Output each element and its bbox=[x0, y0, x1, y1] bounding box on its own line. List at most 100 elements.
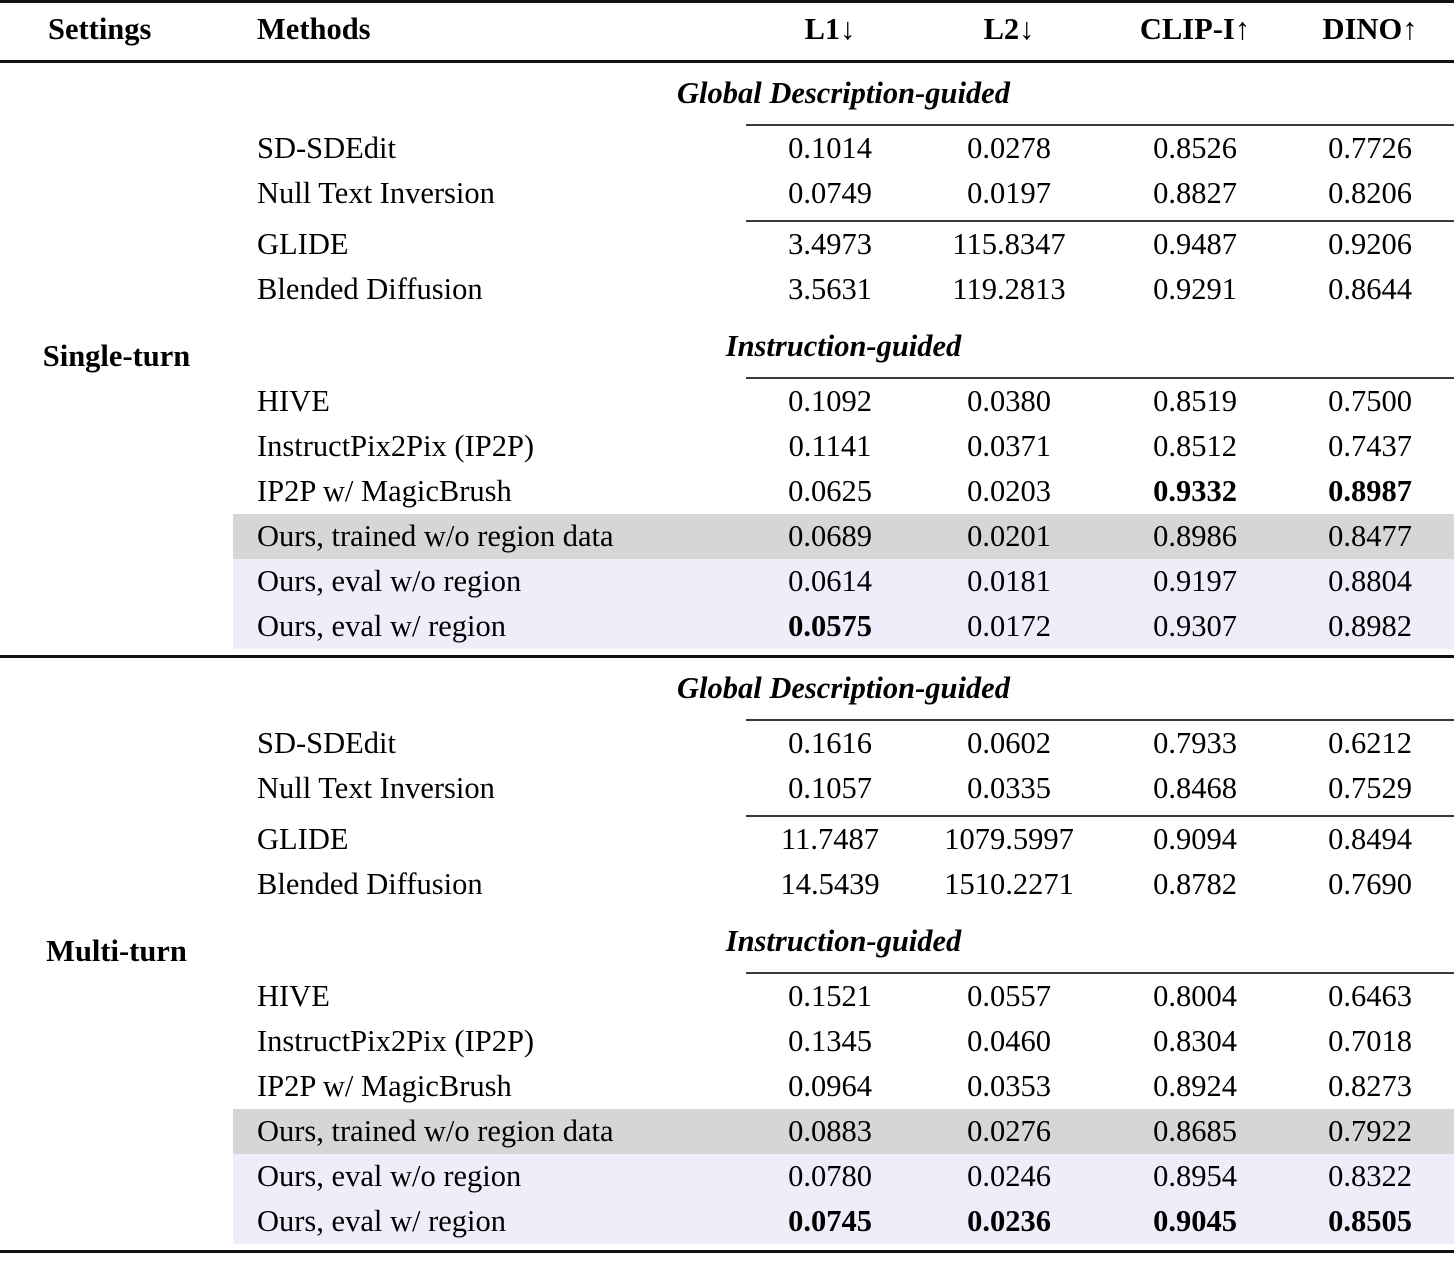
clip-i-value-cell: 0.9094 bbox=[1153, 822, 1237, 856]
clip-i-value-cell: 0.9291 bbox=[1153, 272, 1237, 306]
l1-value-cell: 0.1057 bbox=[788, 771, 872, 805]
l2-value-cell: 0.0278 bbox=[967, 131, 1051, 165]
dino-value-cell: 0.9206 bbox=[1328, 227, 1412, 261]
l2-value-cell: 0.0181 bbox=[914, 559, 1104, 604]
l1-value-cell: 11.7487 bbox=[781, 822, 879, 856]
group-banner-label: Instruction-guided bbox=[725, 329, 962, 363]
l1-value-cell: 0.1345 bbox=[788, 1024, 872, 1058]
l1-value-cell: 0.0749 bbox=[788, 176, 872, 210]
clip-i-value-cell: 0.8468 bbox=[1153, 771, 1237, 805]
method-name-cell: GLIDE bbox=[257, 227, 349, 261]
clip-i-value-cell: 0.9197 bbox=[1104, 559, 1286, 604]
dino-value-cell: 0.8505 bbox=[1286, 1199, 1454, 1244]
column-header-l1: L1↓ bbox=[804, 12, 856, 46]
l1-value-cell: 0.0745 bbox=[746, 1199, 914, 1244]
table-body: Single-turn Global Description-guided SD-S… bbox=[0, 63, 1454, 1253]
l1-value-cell: 0.1014 bbox=[788, 131, 872, 165]
dino-value-cell: 0.6463 bbox=[1328, 979, 1412, 1013]
clip-i-value-cell: 0.8519 bbox=[1153, 384, 1237, 418]
dino-value-cell: 0.7726 bbox=[1328, 131, 1412, 165]
bottom-rule-cell bbox=[0, 1250, 1454, 1253]
l2-value-cell: 0.0353 bbox=[967, 1069, 1051, 1103]
header-row: Settings Methods L1↓ L2↓ CLIP-I↑ DINO↑ bbox=[0, 3, 1454, 60]
l2-value-cell: 0.0197 bbox=[967, 176, 1051, 210]
method-name-cell: Ours, trained w/o region data bbox=[233, 1109, 746, 1154]
clip-i-value-cell: 0.9332 bbox=[1153, 474, 1237, 508]
clip-i-value-cell: 0.8512 bbox=[1153, 429, 1237, 463]
clip-i-value-cell: 0.8924 bbox=[1153, 1069, 1237, 1103]
clip-i-value-cell: 0.8827 bbox=[1153, 176, 1237, 210]
l2-value-cell: 1510.2271 bbox=[944, 867, 1074, 901]
l2-value-cell: 0.0201 bbox=[914, 514, 1104, 559]
method-name-cell: Null Text Inversion bbox=[257, 176, 495, 210]
dino-value-cell: 0.7922 bbox=[1286, 1109, 1454, 1154]
dino-value-cell: 0.8987 bbox=[1328, 474, 1412, 508]
l1-value-cell: 0.1521 bbox=[788, 979, 872, 1013]
method-name-cell: InstructPix2Pix (IP2P) bbox=[257, 429, 535, 463]
l1-value-cell: 0.0780 bbox=[746, 1154, 914, 1199]
dino-value-cell: 0.8982 bbox=[1286, 604, 1454, 649]
dino-value-cell: 0.8477 bbox=[1286, 514, 1454, 559]
l1-value-cell: 0.1616 bbox=[788, 726, 872, 760]
column-header-l2: L2↓ bbox=[983, 12, 1035, 46]
l1-value-cell: 0.0883 bbox=[746, 1109, 914, 1154]
clip-i-value-cell: 0.9307 bbox=[1104, 604, 1286, 649]
dino-value-cell: 0.7690 bbox=[1328, 867, 1412, 901]
l1-value-cell: 0.1092 bbox=[788, 384, 872, 418]
l1-value-cell: 0.0964 bbox=[788, 1069, 872, 1103]
clip-i-value-cell: 0.8782 bbox=[1153, 867, 1237, 901]
clip-i-value-cell: 0.8685 bbox=[1104, 1109, 1286, 1154]
l1-value-cell: 0.1141 bbox=[788, 429, 872, 463]
column-header-settings: Settings bbox=[48, 12, 152, 46]
clip-i-value-cell: 0.8526 bbox=[1153, 131, 1237, 165]
method-name-cell: Ours, eval w/o region bbox=[233, 1154, 746, 1199]
dino-value-cell: 0.7437 bbox=[1328, 429, 1412, 463]
clip-i-value-cell: 0.9045 bbox=[1104, 1199, 1286, 1244]
l2-value-cell: 0.0602 bbox=[967, 726, 1051, 760]
method-name-cell: SD-SDEdit bbox=[257, 131, 396, 165]
l2-value-cell: 0.0335 bbox=[967, 771, 1051, 805]
method-name-cell: Null Text Inversion bbox=[257, 771, 495, 805]
clip-i-value-cell: 0.9487 bbox=[1153, 227, 1237, 261]
l2-value-cell: 115.8347 bbox=[952, 227, 1066, 261]
group-banner-row: Multi-turn Global Description-guided bbox=[0, 658, 1454, 968]
clip-i-value-cell: 0.8304 bbox=[1153, 1024, 1237, 1058]
l2-value-cell: 1079.5997 bbox=[944, 822, 1074, 856]
l2-value-cell: 0.0172 bbox=[914, 604, 1104, 649]
l1-value-cell: 0.0625 bbox=[788, 474, 872, 508]
method-name-cell: HIVE bbox=[257, 384, 330, 418]
dino-value-cell: 0.8206 bbox=[1328, 176, 1412, 210]
method-name-cell: IP2P w/ MagicBrush bbox=[257, 1069, 512, 1103]
dino-value-cell: 0.8322 bbox=[1286, 1154, 1454, 1199]
group-banner-row: Single-turn Global Description-guided bbox=[0, 63, 1454, 373]
l2-value-cell: 0.0380 bbox=[967, 384, 1051, 418]
l1-value-cell: 0.0575 bbox=[746, 604, 914, 649]
bottom-rule bbox=[0, 1250, 1454, 1253]
dino-value-cell: 0.8494 bbox=[1328, 822, 1412, 856]
dino-value-cell: 0.6212 bbox=[1328, 726, 1412, 760]
column-header-dino: DINO↑ bbox=[1322, 12, 1418, 46]
l2-value-cell: 0.0236 bbox=[914, 1199, 1104, 1244]
table-header: Settings Methods L1↓ L2↓ CLIP-I↑ DINO↑ bbox=[0, 0, 1454, 63]
l1-value-cell: 0.0614 bbox=[746, 559, 914, 604]
results-table: Settings Methods L1↓ L2↓ CLIP-I↑ DINO↑ S… bbox=[0, 0, 1454, 1253]
clip-i-value-cell: 0.7933 bbox=[1153, 726, 1237, 760]
settings-label-single-turn: Single-turn bbox=[42, 338, 191, 373]
clip-i-value-cell: 0.8954 bbox=[1104, 1154, 1286, 1199]
dino-value-cell: 0.8804 bbox=[1286, 559, 1454, 604]
method-name-cell: Blended Diffusion bbox=[257, 867, 483, 901]
l1-value-cell: 3.4973 bbox=[788, 227, 872, 261]
column-header-clip-i: CLIP-I↑ bbox=[1139, 12, 1251, 46]
column-header-methods: Methods bbox=[257, 12, 371, 46]
l2-value-cell: 0.0371 bbox=[967, 429, 1051, 463]
bottom-rule-line bbox=[0, 1250, 1454, 1253]
l2-value-cell: 0.0203 bbox=[967, 474, 1051, 508]
method-name-cell: Ours, eval w/ region bbox=[233, 604, 746, 649]
method-name-cell: Ours, trained w/o region data bbox=[233, 514, 746, 559]
dino-value-cell: 0.7018 bbox=[1328, 1024, 1412, 1058]
l2-value-cell: 0.0276 bbox=[914, 1109, 1104, 1154]
clip-i-value-cell: 0.8986 bbox=[1104, 514, 1286, 559]
method-name-cell: Ours, eval w/ region bbox=[233, 1199, 746, 1244]
method-name-cell: Blended Diffusion bbox=[257, 272, 483, 306]
dino-value-cell: 0.7500 bbox=[1328, 384, 1412, 418]
